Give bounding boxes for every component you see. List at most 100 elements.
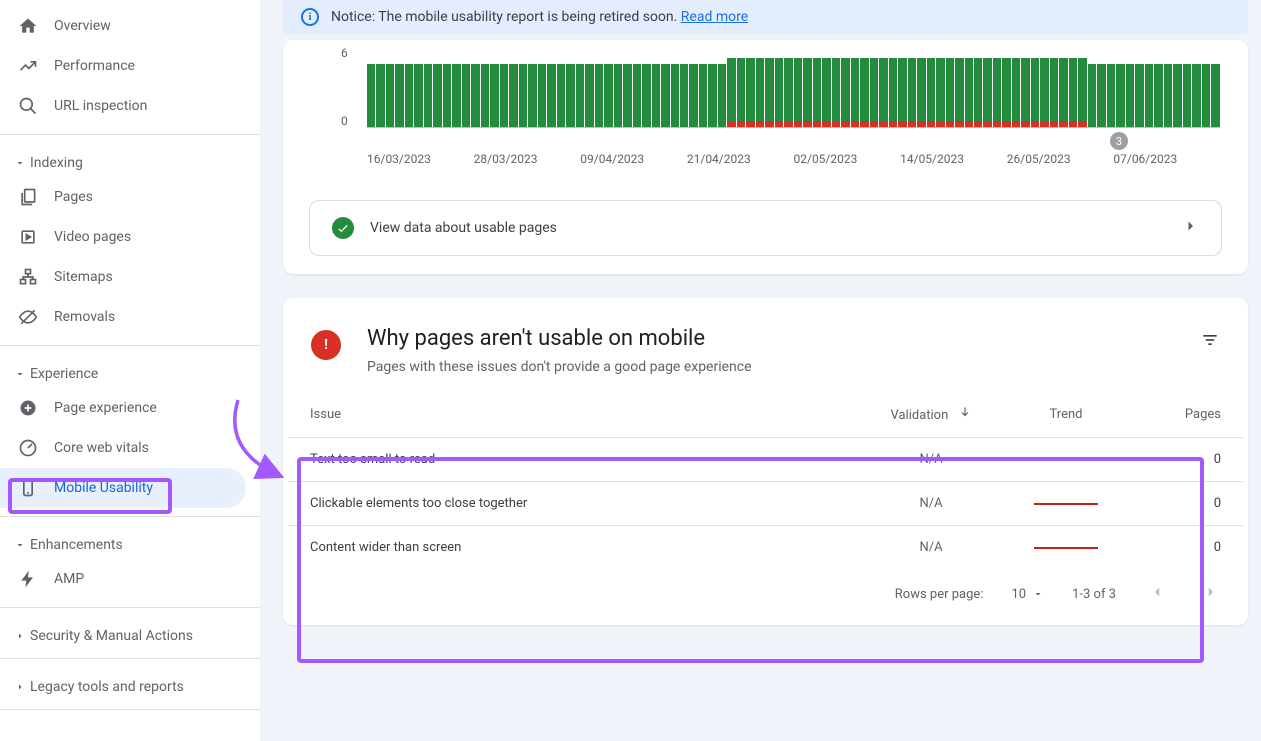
sidebar-item-sitemaps[interactable]: Sitemaps <box>0 257 246 297</box>
rows-value: 10 <box>1011 587 1026 602</box>
chevron-right-icon <box>10 681 30 693</box>
chart-bar <box>689 46 697 127</box>
sidebar: Overview Performance URL inspection Inde… <box>0 0 260 741</box>
prev-page-button[interactable] <box>1144 579 1170 609</box>
home-icon <box>18 16 38 36</box>
col-header-trend[interactable]: Trend <box>991 407 1141 422</box>
section-experience[interactable]: Experience <box>0 354 260 388</box>
sitemap-icon <box>18 267 38 287</box>
chart-bar <box>519 46 527 127</box>
sidebar-label: Performance <box>54 58 135 74</box>
chart-bar <box>955 46 963 127</box>
chart-bar <box>1031 46 1039 127</box>
chart-bar <box>822 46 830 127</box>
chart-bar <box>1021 46 1029 127</box>
bolt-icon <box>18 569 38 589</box>
pagination-range: 1-3 of 3 <box>1072 587 1116 602</box>
section-legacy[interactable]: Legacy tools and reports <box>0 667 260 701</box>
divider <box>0 345 260 346</box>
sidebar-item-amp[interactable]: AMP <box>0 559 246 599</box>
rows-per-page-select[interactable]: 10 <box>1011 587 1044 602</box>
chart-bar <box>433 46 441 127</box>
chart-bar <box>652 46 660 127</box>
chart-bar <box>1002 46 1010 127</box>
next-page-button[interactable] <box>1198 579 1224 609</box>
sidebar-item-overview[interactable]: Overview <box>0 6 246 46</box>
notice-bar: i Notice: The mobile usability report is… <box>283 0 1248 34</box>
table-row[interactable]: Text too small to readN/A0 <box>288 438 1243 482</box>
chart-bar <box>756 46 764 127</box>
chart-x-axis: 16/03/202328/03/202309/04/202321/04/2023… <box>367 152 1220 166</box>
chart-bar <box>614 46 622 127</box>
x-tick: 14/05/2023 <box>900 152 1007 166</box>
pages-icon <box>18 187 38 207</box>
divider <box>0 658 260 659</box>
sidebar-label: Pages <box>54 189 93 205</box>
sidebar-item-pages[interactable]: Pages <box>0 177 246 217</box>
validation-value: N/A <box>871 540 991 555</box>
x-tick: 02/05/2023 <box>794 152 901 166</box>
chart-bar <box>794 46 802 127</box>
sidebar-item-performance[interactable]: Performance <box>0 46 246 86</box>
sidebar-label: Video pages <box>54 229 131 245</box>
chevron-right-icon <box>1181 217 1199 239</box>
section-title: Security & Manual Actions <box>30 628 193 644</box>
chart-bar <box>424 46 432 127</box>
chart-bar <box>490 46 498 127</box>
sidebar-label: AMP <box>54 571 84 587</box>
chart-bar <box>1069 46 1077 127</box>
view-usable-pages-row[interactable]: View data about usable pages <box>309 200 1222 256</box>
col-header-validation[interactable]: Validation <box>871 405 991 423</box>
chart-bar <box>680 46 688 127</box>
table-row[interactable]: Clickable elements too close togetherN/A… <box>288 482 1243 526</box>
y-tick: 6 <box>341 46 348 60</box>
chevron-down-icon <box>10 539 30 551</box>
sidebar-item-page-experience[interactable]: Page experience <box>0 388 246 428</box>
notice-link[interactable]: Read more <box>681 9 748 25</box>
chart-bar <box>367 46 375 127</box>
y-tick: 0 <box>341 114 348 128</box>
col-header-issue[interactable]: Issue <box>310 407 871 422</box>
sidebar-item-removals[interactable]: Removals <box>0 297 246 337</box>
chart-bar <box>851 46 859 127</box>
issue-name: Text too small to read <box>310 452 871 467</box>
section-enhancements[interactable]: Enhancements <box>0 525 260 559</box>
chart-bar <box>737 46 745 127</box>
chart-bar <box>946 46 954 127</box>
chart-bar <box>1107 46 1115 127</box>
filter-icon[interactable] <box>1200 330 1220 354</box>
sidebar-label: Page experience <box>54 400 157 416</box>
chart-bar <box>803 46 811 127</box>
eye-off-icon <box>18 307 38 327</box>
chart-bar <box>1040 46 1048 127</box>
section-indexing[interactable]: Indexing <box>0 143 260 177</box>
chart-bar <box>936 46 944 127</box>
sidebar-item-core-web-vitals[interactable]: Core web vitals <box>0 428 246 468</box>
sidebar-item-video-pages[interactable]: Video pages <box>0 217 246 257</box>
chart-annotation-badge[interactable]: 3 <box>1110 132 1128 150</box>
notice-message: Notice: The mobile usability report is b… <box>331 9 681 25</box>
section-security[interactable]: Security & Manual Actions <box>0 616 260 650</box>
chart-bar <box>547 46 555 127</box>
chart-bar <box>965 46 973 127</box>
x-tick: 07/06/2023 <box>1113 152 1220 166</box>
chart-bar <box>917 46 925 127</box>
issues-subtitle: Pages with these issues don't provide a … <box>367 359 752 375</box>
chart-bar <box>576 46 584 127</box>
chevron-down-icon <box>10 368 30 380</box>
chart-bar <box>386 46 394 127</box>
chart-bar <box>452 46 460 127</box>
rows-per-page-label: Rows per page: <box>895 587 984 602</box>
table-row[interactable]: Content wider than screenN/A0 <box>288 526 1243 569</box>
chart-bar <box>1078 46 1086 127</box>
sidebar-label: URL inspection <box>54 98 147 114</box>
sidebar-item-mobile-usability[interactable]: Mobile Usability <box>0 468 246 508</box>
sidebar-item-url-inspection[interactable]: URL inspection <box>0 86 246 126</box>
chart-bar <box>395 46 403 127</box>
col-header-pages[interactable]: Pages <box>1141 407 1221 422</box>
chart-y-axis: 6 0 <box>341 46 348 128</box>
sidebar-label: Core web vitals <box>54 440 149 456</box>
chart-bar <box>718 46 726 127</box>
x-tick: 16/03/2023 <box>367 152 474 166</box>
chart-bar <box>633 46 641 127</box>
